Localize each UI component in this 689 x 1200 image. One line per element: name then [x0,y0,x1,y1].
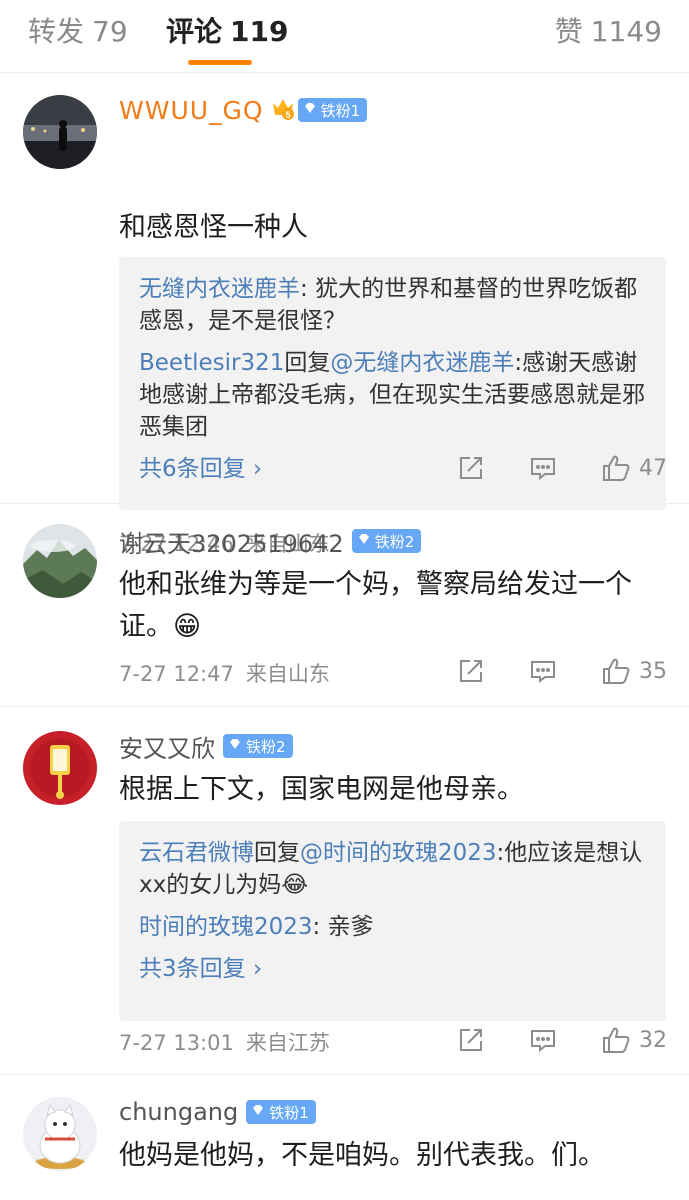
thumb-up-icon [603,658,630,684]
thumb-up-icon [603,455,630,481]
comment-item: chungang 铁粉1 他妈是他妈，不是咱妈。别代表我。们。 [0,1075,689,1200]
tab-likes[interactable]: 赞 1149 [555,14,662,50]
thumb-up-icon [603,1027,630,1053]
username[interactable]: WWUU_GQ [119,96,264,125]
reply-body: 亲爹 [327,914,374,940]
reply-item: 时间的玫瑰2023: 亲爹 [139,911,646,943]
fan-badge-label: 铁粉1 [320,101,361,120]
comment-item: 安又又欣 铁粉2 根据上下文，国家电网是他母亲。 云石君微博回复@时间的玫瑰20… [0,707,689,1075]
reply-item: Beetlesir321回复@无缝内衣迷鹿羊:感谢天感谢地感谢上帝都没毛病，但在… [139,347,646,443]
like-button[interactable]: 47 [601,453,667,483]
reply-preview[interactable]: 云石君微博回复@时间的玫瑰2023:他应该是想认xx的女儿为妈😂 时间的玫瑰20… [119,821,666,1021]
tab-comments[interactable]: 评论 119 [166,14,288,50]
comment-icon[interactable] [529,1026,557,1054]
like-count: 35 [639,658,667,684]
user-row: 谢云天3202519642 铁粉2 [119,523,422,559]
reply-mention[interactable]: @无缝内衣迷鹿羊 [330,350,514,376]
fan-badge: 铁粉1 [297,98,368,122]
user-row: WWUU_GQ 5 铁粉1 [119,92,368,128]
comment-text: 他妈是他妈，不是咱妈。别代表我。们。 [119,1140,605,1171]
tab-likes-count: 1149 [590,15,662,48]
tab-repost-label: 转发 [28,15,85,48]
share-icon[interactable] [457,454,485,482]
username[interactable]: chungang [119,1098,238,1126]
like-button[interactable]: 35 [601,656,667,686]
comment-source: 来自江苏 [245,1031,330,1055]
reply-user[interactable]: 无缝内衣迷鹿羊 [139,276,300,302]
reply-user[interactable]: 时间的玫瑰2023 [139,914,313,940]
comment-source: 来自山东 [245,662,330,686]
reply-item: 云石君微博回复@时间的玫瑰2023:他应该是想认xx的女儿为妈😂 [139,837,646,901]
fan-badge: 铁粉2 [351,529,422,553]
like-button[interactable]: 32 [601,1025,667,1055]
tab-comments-count: 119 [230,15,289,48]
comment-time: 7-27 12:47 [119,662,234,686]
comment-tabs: 转发 79 评论 119 赞 1149 [0,0,689,73]
fan-badge-label: 铁粉1 [269,1103,309,1122]
comment-icon[interactable] [529,657,557,685]
tab-repost[interactable]: 转发 79 [28,14,128,50]
user-row: chungang 铁粉1 [119,1094,316,1130]
share-icon[interactable] [457,1026,485,1054]
username[interactable]: 谢云天3202519642 [119,524,344,559]
tab-likes-label: 赞 [554,15,583,48]
fan-badge: 铁粉2 [223,734,293,758]
crown-level: 5 [285,110,290,120]
comment-text: 根据上下文，国家电网是他母亲。 [119,774,524,805]
diamond-icon [357,532,371,550]
reply-item: 无缝内衣迷鹿羊: 犹大的世界和基督的世界吃饭都感恩，是不是很怪？ [139,273,646,337]
fan-badge-label: 铁粉2 [374,532,415,551]
reply-mid: 回复 [284,350,331,376]
more-replies-link[interactable]: 共3条回复 › [139,953,646,993]
reply-mid: 回复 [254,840,300,866]
comment-actions: 32 [457,1025,667,1055]
comment-text: 和感恩怪一种人 [119,212,308,243]
comment-item: WWUU_GQ 5 铁粉1 和感恩怪一种人 无缝内衣迷鹿羊: 犹大的世界和基督的… [0,73,689,556]
diamond-icon [228,737,242,755]
like-count: 47 [639,455,667,481]
username[interactable]: 安又又欣 [119,729,215,764]
tab-repost-count: 79 [92,15,128,48]
comment-text: 他和张维为等是一个妈，警察局给发过一个证。😁 [119,569,632,642]
avatar[interactable] [23,1097,97,1171]
comment-item: 谢云天3202519642 铁粉2 他和张维为等是一个妈，警察局给发过一个证。😁… [0,502,689,707]
comment-meta: 7-27 13:01 来自江苏 [119,1028,330,1058]
comment-actions: 47 [457,453,667,483]
diamond-icon [251,1103,265,1121]
avatar[interactable] [23,731,97,805]
comment-icon[interactable] [529,454,557,482]
user-row: 安又又欣 铁粉2 [119,728,293,764]
comment-actions: 35 [457,656,667,686]
share-icon[interactable] [457,657,485,685]
tab-comments-label: 评论 [166,15,223,48]
like-count: 32 [639,1027,667,1053]
reply-mention[interactable]: @时间的玫瑰2023 [300,840,497,866]
reply-sep: : [312,914,328,940]
comment-meta: 7-27 12:47 来自山东 [119,659,330,689]
fan-badge: 铁粉1 [246,1100,316,1124]
active-tab-indicator [188,60,252,65]
avatar[interactable] [23,524,97,598]
reply-sep: : [300,276,316,302]
avatar[interactable] [23,95,97,169]
reply-user[interactable]: Beetlesir321 [139,350,284,376]
comment-time: 7-27 13:01 [119,1031,234,1055]
diamond-icon [303,101,317,119]
crown-icon: 5 [270,95,296,125]
fan-badge-label: 铁粉2 [246,737,286,756]
reply-user[interactable]: 云石君微博 [139,840,254,866]
